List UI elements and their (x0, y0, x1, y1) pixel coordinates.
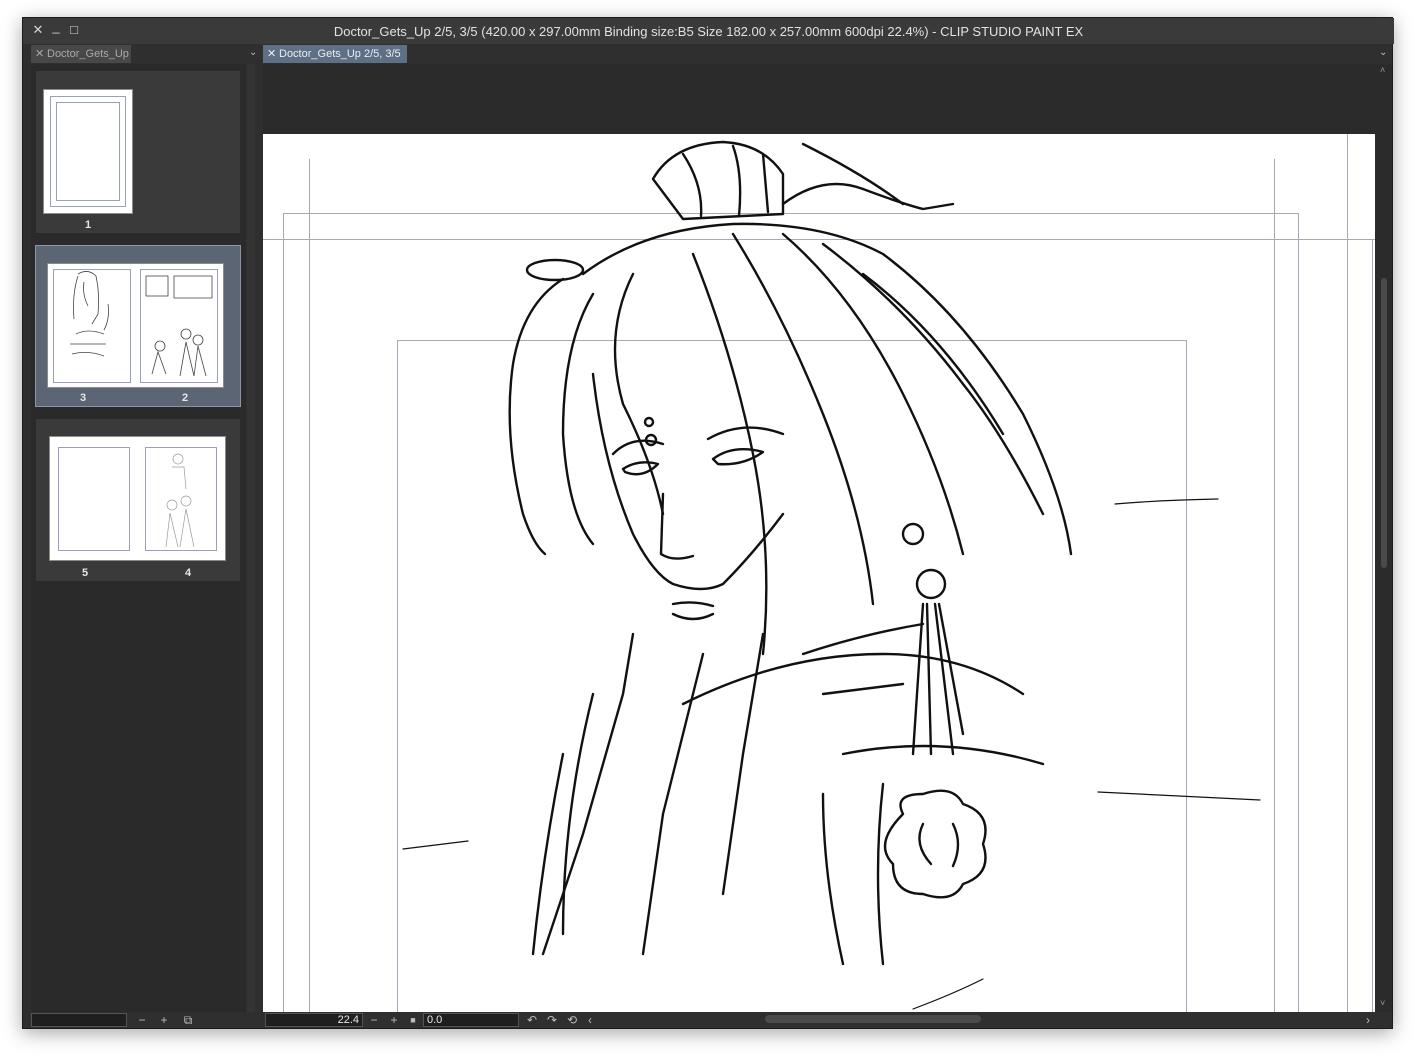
zoom-level-field[interactable]: 22.4 (265, 1013, 363, 1027)
panel-options-icon[interactable]: ⧉ (181, 1012, 195, 1028)
character-sketch (402, 140, 1261, 1010)
page-number: 2 (181, 392, 189, 404)
page-number: 5 (81, 567, 89, 579)
scroll-thumb[interactable] (1381, 278, 1387, 568)
app-window: ✕ _ □ Doctor_Gets_Up 2/5, 3/5 (420.00 x … (22, 17, 1394, 1029)
canvas-paper[interactable] (263, 134, 1375, 1012)
panel-menu-icon[interactable]: ⌄ (249, 47, 257, 58)
tab-label: Doctor_Gets_Up 2/5, 3/5 (279, 48, 401, 60)
rotate-right-icon[interactable]: ↷ (545, 1012, 559, 1028)
rotation-angle-field[interactable]: 0.0 (423, 1013, 519, 1027)
zoom-out-button[interactable]: − (367, 1012, 381, 1028)
canvas-area[interactable] (263, 64, 1377, 1012)
close-tab-icon[interactable]: ✕ (35, 45, 44, 63)
page-item-3-2[interactable]: 3 2 (35, 245, 241, 407)
scroll-right-icon[interactable]: › (1361, 1012, 1375, 1028)
page-thumbnail (49, 436, 226, 561)
canvas-menu-icon[interactable]: ⌄ (1379, 47, 1387, 58)
thumbnail-sketch (165, 453, 195, 548)
title-bar: ✕ _ □ Doctor_Gets_Up 2/5, 3/5 (420.00 x … (23, 18, 1394, 44)
tab-label: Doctor_Gets_Up (47, 48, 129, 60)
thumbnail-sketch (70, 271, 213, 377)
zoom-in-button[interactable]: + (387, 1012, 401, 1028)
tab-canvas[interactable]: ✕ Doctor_Gets_Up 2/5, 3/5 (263, 45, 407, 63)
page-number: 4 (184, 567, 192, 579)
panel-footer: − + ⧉ (31, 1012, 263, 1028)
window-title: Doctor_Gets_Up 2/5, 3/5 (420.00 x 297.00… (333, 24, 1084, 39)
page-thumbnail-list: 1 3 2 5 4 (31, 64, 246, 1014)
canvas-tabbar: ✕ Doctor_Gets_Up 2/5, 3/5 ⌄ (263, 44, 1393, 64)
canvas-horizontal-scroll-thumb[interactable] (765, 1015, 981, 1023)
page-manager-tabbar: ✕ Doctor_Gets_Up ⌄ (31, 44, 263, 64)
scroll-down-icon[interactable]: ˅ (1380, 998, 1385, 1008)
close-tab-icon[interactable]: ✕ (267, 45, 276, 63)
canvas-statusbar: 22.4 − + ■ 0.0 ↶ ↷ ⟲ ‹ › (263, 1012, 1377, 1028)
page-thumbnail (47, 263, 224, 388)
panel-scrollbar[interactable] (247, 64, 255, 1014)
page-item-1[interactable]: 1 (35, 70, 241, 234)
reset-rotation-icon[interactable]: ⟲ (565, 1012, 579, 1028)
page-thumbnail (43, 89, 133, 214)
page-number: 3 (79, 392, 87, 404)
scroll-left-icon[interactable]: ‹ (583, 1012, 597, 1028)
zoom-in-thumbnails-button[interactable]: + (157, 1012, 171, 1028)
zoom-out-thumbnails-button[interactable]: − (135, 1012, 149, 1028)
rotate-left-icon[interactable]: ↶ (525, 1012, 539, 1028)
page-item-5-4[interactable]: 5 4 (35, 418, 241, 582)
canvas-vertical-scrollbar[interactable]: ˄ ˅ (1377, 64, 1392, 1012)
tab-page-manager[interactable]: ✕ Doctor_Gets_Up (31, 45, 131, 63)
page-number: 1 (84, 219, 92, 231)
scroll-up-icon[interactable]: ˄ (1380, 65, 1385, 75)
fit-to-window-icon[interactable]: ■ (406, 1012, 420, 1028)
thumbnail-size-slider[interactable] (31, 1013, 127, 1027)
